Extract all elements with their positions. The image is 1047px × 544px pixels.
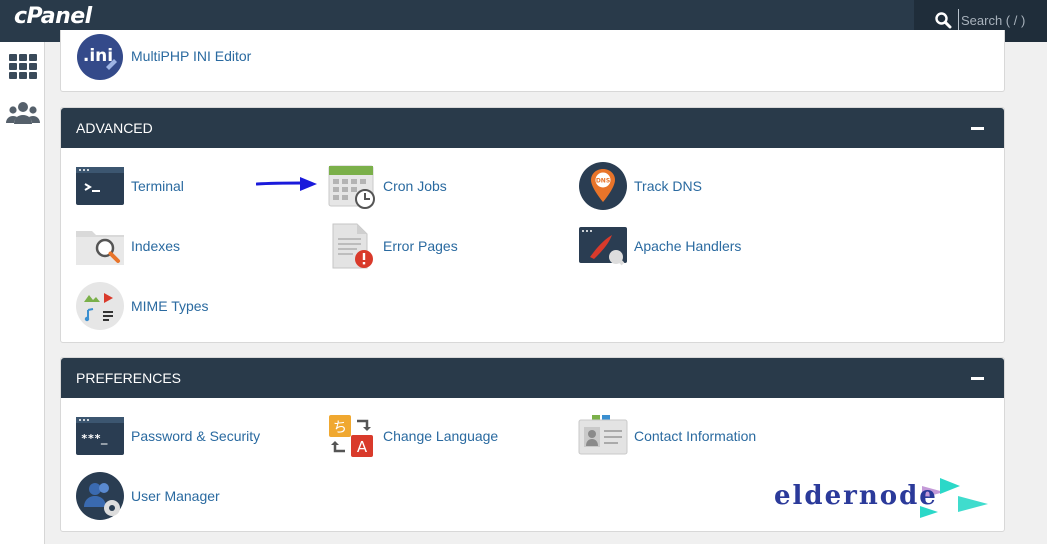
change-language-item[interactable]: ち A Change Language [327, 412, 498, 460]
search-input[interactable] [958, 9, 1043, 31]
error-page-icon [332, 223, 373, 269]
sidebar [0, 42, 45, 544]
media-types-icon [76, 282, 124, 330]
ini-file-icon: .ini [77, 34, 123, 80]
contact-information-item[interactable]: Contact Information [578, 412, 756, 460]
annotation-arrow-icon [256, 177, 317, 191]
apache-handlers-item[interactable]: Apache Handlers [578, 222, 741, 270]
panel-title: ADVANCED [76, 120, 153, 136]
terminal-item[interactable]: Terminal [75, 162, 184, 210]
advanced-panel-header[interactable]: ADVANCED [61, 108, 1004, 148]
item-label: Error Pages [383, 238, 458, 254]
item-label: Change Language [383, 428, 499, 444]
files-panel: .ini MultiPHP INI Editor [60, 30, 1005, 92]
password-security-item[interactable]: ***_ Password & Security [75, 412, 260, 460]
collapse-icon[interactable] [971, 127, 984, 130]
item-label: Terminal [131, 178, 184, 194]
item-label: Apache Handlers [634, 238, 742, 254]
item-label: MIME Types [131, 298, 209, 314]
multiphp-ini-editor-item[interactable]: .ini MultiPHP INI Editor [75, 32, 251, 80]
item-label: User Manager [131, 488, 220, 504]
password-terminal-icon: ***_ [76, 417, 124, 455]
item-label: Indexes [131, 238, 181, 254]
mime-types-item[interactable]: MIME Types [75, 282, 209, 330]
error-pages-item[interactable]: Error Pages [327, 222, 458, 270]
item-label: Cron Jobs [383, 178, 447, 194]
item-label: MultiPHP INI Editor [131, 48, 252, 64]
indexes-item[interactable]: Indexes [75, 222, 180, 270]
collapse-icon[interactable] [971, 377, 984, 380]
cpanel-logo[interactable]: cPanel [14, 4, 92, 29]
svg-text:A: A [357, 438, 368, 456]
users-icon[interactable] [5, 98, 41, 130]
eldernode-watermark-logo: eldernode [774, 478, 988, 518]
contact-card-icon [578, 415, 628, 455]
apache-handler-icon [579, 227, 627, 266]
svg-text:.ini: .ini [83, 46, 113, 66]
item-label: Password & Security [131, 428, 261, 444]
terminal-icon [76, 167, 124, 205]
item-label: Track DNS [634, 178, 702, 194]
svg-text:DNS: DNS [596, 178, 610, 185]
search-icon [935, 12, 952, 29]
grid-icon[interactable] [7, 50, 39, 82]
folder-search-icon [76, 231, 124, 265]
cron-jobs-item[interactable]: Cron Jobs [327, 162, 447, 210]
language-icon: ち A [329, 415, 373, 457]
svg-text:ち: ち [333, 420, 347, 436]
preferences-panel-header[interactable]: PREFERENCES [61, 358, 1004, 398]
track-dns-item[interactable]: DNS Track DNS [578, 162, 702, 210]
watermark-text: eldernode [774, 481, 938, 511]
user-manager-icon [76, 472, 124, 520]
user-manager-item[interactable]: User Manager [75, 472, 220, 520]
item-label: Contact Information [634, 428, 757, 444]
advanced-panel: ADVANCED Terminal Cron Jobs DNS Track DN… [60, 107, 1005, 343]
calendar-clock-icon [328, 165, 375, 209]
panel-title: PREFERENCES [76, 370, 182, 386]
svg-text:***_: ***_ [81, 432, 108, 445]
dns-pin-icon: DNS [579, 162, 627, 210]
